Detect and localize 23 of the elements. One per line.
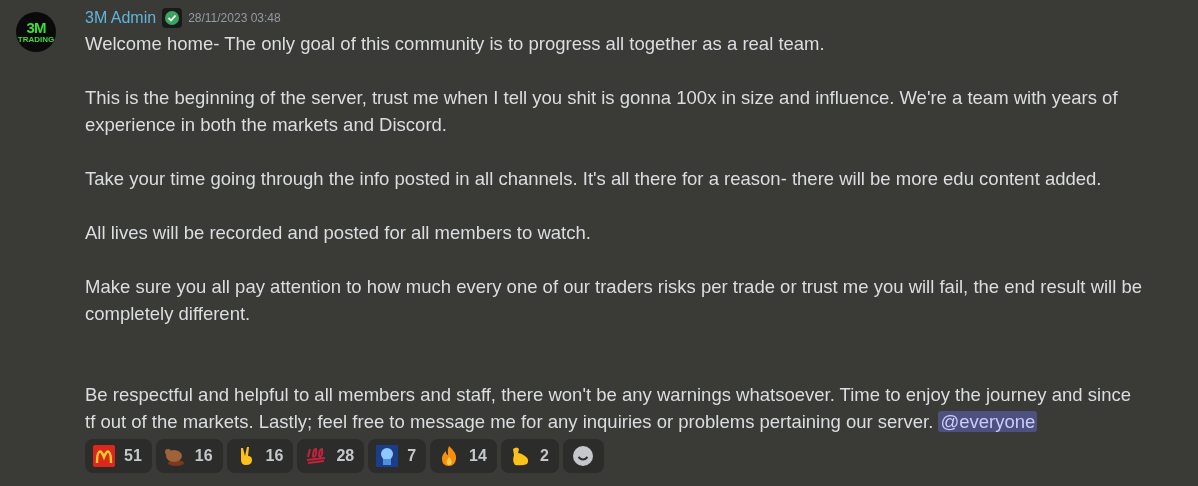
hundred-points-icon <box>305 445 328 467</box>
message-paragraph: Welcome home- The only goal of this community is to progress all together as a real team. <box>85 32 826 56</box>
avatar-logo-subtext: TRADING <box>17 34 55 44</box>
reaction-button[interactable]: 28 <box>297 439 365 473</box>
message-paragraph: All lives will be recorded and posted for all members to watch. <box>85 221 592 245</box>
add-reaction-button[interactable] <box>562 439 604 473</box>
avatar-logo-text: 3M <box>26 20 46 35</box>
message-paragraph: This is the beginning of the server, trust me when I tell you shit is gonna 100x in size and influence. We're a team with years of experience in both the markets and Discord. <box>85 86 1119 137</box>
message-paragraph: Be respectful and helpful to all members and staff, there won't be any warnings whatsoever. Time to enjoy the journey and since tf out of the markets. Lastly; feel free to message me for any inquiries or problems pertaining our server. @everyone <box>85 383 1132 434</box>
reaction-button[interactable]: 16 <box>155 439 223 473</box>
author-name[interactable]: 3M Admin <box>85 9 157 27</box>
message-paragraph: Make sure you all pay attention to how much every one of our traders risks per trade or trust me you will fail, the end result will be completely different. <box>85 275 1144 326</box>
arches-logo-icon <box>93 445 115 467</box>
mention-link[interactable]: @everyone <box>938 411 1038 432</box>
reaction-button[interactable]: 51 <box>85 439 152 473</box>
avatar[interactable]: 3M TRADING <box>16 12 56 52</box>
message-paragraph: Take your time going through the info posted in all channels. It's all there for a reason- there will be more edu content added. <box>85 167 1103 191</box>
reaction-button[interactable]: 2 <box>500 439 559 473</box>
smiley-icon <box>572 445 595 467</box>
timestamp: 28/11/2023 03:48 <box>188 11 281 25</box>
reaction-button[interactable]: 14 <box>430 439 497 473</box>
reaction-button[interactable]: 16 <box>226 439 294 473</box>
reaction-button[interactable]: 7 <box>368 439 427 473</box>
